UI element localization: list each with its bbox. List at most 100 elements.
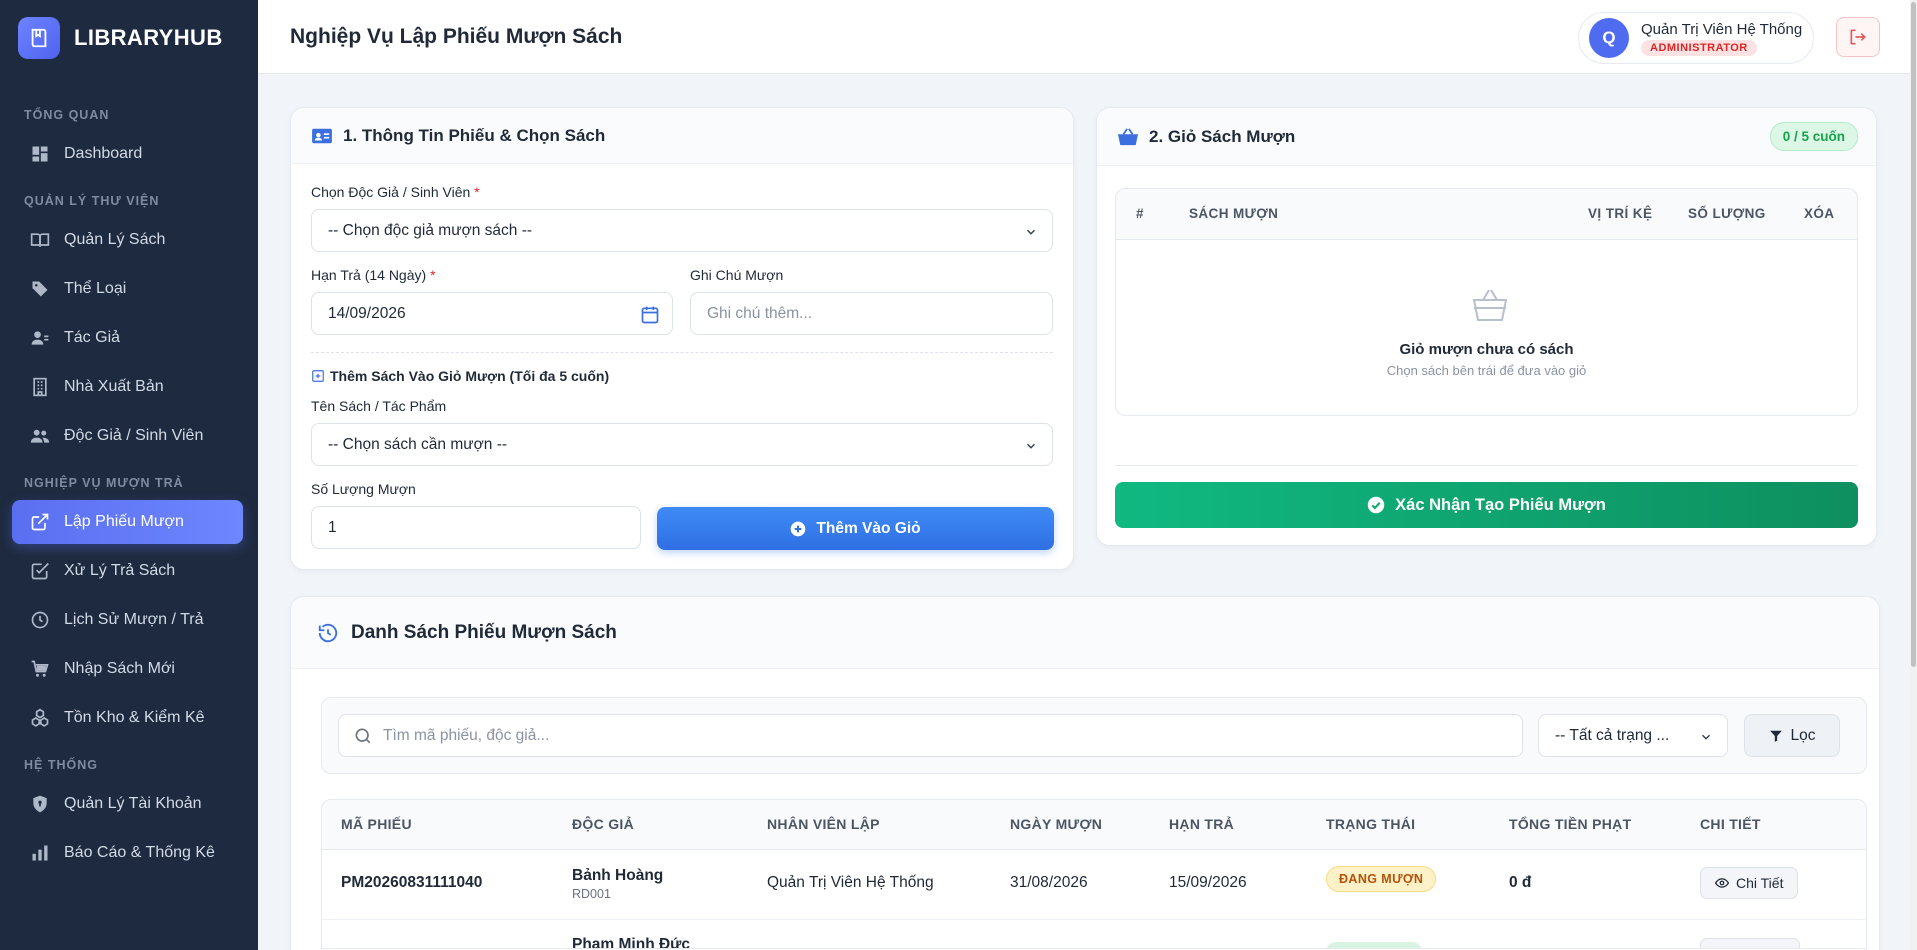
search-input[interactable] [383, 726, 1483, 745]
sidebar-item-label: Độc Giả / Sinh Viên [64, 427, 204, 444]
book-select[interactable]: -- Chọn sách cần mượn -- [311, 423, 1053, 466]
brand[interactable]: LIBRARYHUB [18, 17, 223, 59]
section-overview: TỔNG QUAN [24, 108, 110, 122]
col-status: TRẠNG THÁI [1326, 816, 1416, 832]
col-code: MÃ PHIẾU [341, 816, 412, 832]
page-scrollbar[interactable] [1910, 0, 1917, 950]
chevron-down-icon [1701, 734, 1711, 740]
logout-button[interactable] [1836, 17, 1880, 57]
card-title: Danh Sách Phiếu Mượn Sách [351, 621, 617, 643]
sidebar-item-import[interactable]: Nhập Sách Mới [12, 647, 243, 691]
sidebar-item-label: Báo Cáo & Thống Kê [64, 844, 215, 861]
card-title: 2. Giỏ Sách Mượn [1149, 126, 1296, 146]
loan-table: MÃ PHIẾU ĐỘC GIẢ NHÂN VIÊN LẬP NGÀY MƯỢN… [321, 799, 1867, 949]
scrollbar-thumb[interactable] [1911, 2, 1916, 667]
detail-button[interactable]: Chi Tiết [1700, 867, 1799, 899]
col-reader: ĐỘC GIẢ [572, 816, 634, 832]
sidebar-item-readers[interactable]: Độc Giả / Sinh Viên [12, 414, 243, 458]
col-fine: TỔNG TIỀN PHẠT [1509, 816, 1632, 832]
sidebar-item-dashboard[interactable]: Dashboard [12, 132, 243, 176]
detail-cell [1700, 938, 1800, 948]
sidebar-item-categories[interactable]: Thể Loại [12, 267, 243, 311]
due-label-text: Hạn Trả (14 Ngày) [311, 267, 427, 283]
add-book-section: Thêm Sách Vào Giỏ Mượn (Tối đa 5 cuốn) [311, 368, 609, 384]
note-label: Ghi Chú Mượn [690, 267, 784, 283]
detail-button[interactable] [1700, 938, 1800, 948]
sidebar-item-reports[interactable]: Báo Cáo & Thống Kê [12, 831, 243, 875]
cart-icon [31, 660, 49, 677]
book-label: Tên Sách / Tác Phẩm [311, 398, 447, 414]
reader-name: Phạm Minh Đức [572, 936, 691, 949]
cart-empty-subtitle: Chọn sách bên trái để đưa vào giỏ [1386, 363, 1587, 378]
avatar: Q [1589, 18, 1629, 58]
due-date-input[interactable]: 14/09/2026 [311, 292, 673, 335]
check-square-icon [31, 562, 49, 580]
top-header: Nghiệp Vụ Lập Phiếu Mượn Sách Q Quản Trị… [258, 0, 1917, 74]
search-field[interactable] [338, 714, 1523, 757]
note-input[interactable]: Ghi chú thêm... [690, 292, 1053, 335]
sidebar-item-label: Nhập Sách Mới [64, 660, 175, 677]
table-row: PM20260831111040 Bảnh Hoàng RD001 Quản T… [322, 850, 1866, 920]
check-circle-icon [1367, 496, 1385, 514]
note-placeholder: Ghi chú thêm... [707, 304, 813, 322]
user-menu[interactable]: Q Quản Trị Viên Hệ Thống ADMINISTRATOR [1578, 12, 1814, 64]
user-name: Quản Trị Viên Hệ Thống [1641, 20, 1803, 38]
chevron-down-icon [1026, 443, 1036, 449]
sidebar-item-create-loan[interactable]: Lập Phiếu Mượn [12, 500, 243, 544]
sidebar-item-books[interactable]: Quản Lý Sách [12, 218, 243, 262]
shield-icon [33, 795, 47, 813]
page-title: Nghiệp Vụ Lập Phiếu Mượn Sách [290, 25, 623, 48]
cart-col-shelf: VỊ TRÍ KỆ [1588, 206, 1653, 221]
sidebar-item-label: Quản Lý Sách [64, 231, 166, 248]
card-header: 2. Giỏ Sách Mượn 0 / 5 cuốn [1097, 108, 1876, 166]
table-header: MÃ PHIẾU ĐỘC GIẢ NHÂN VIÊN LẬP NGÀY MƯỢN… [322, 800, 1866, 850]
sidebar-item-authors[interactable]: Tác Giả [12, 316, 243, 360]
divider [311, 352, 1053, 353]
reader-id: RD001 [572, 887, 611, 901]
cart-table-header: # SÁCH MƯỢN VỊ TRÍ KỆ SỐ LƯỢNG XÓA [1115, 188, 1858, 240]
due-date-cell: 15/09/2026 [1169, 874, 1247, 891]
empty-basket-icon [1472, 289, 1508, 321]
cart-empty-title: Giỏ mượn chưa có sách [1399, 341, 1574, 358]
filter-bar: -- Tất cả trạng ... Lọc [321, 697, 1867, 774]
sidebar-item-accounts[interactable]: Quản Lý Tài Khoản [12, 782, 243, 826]
reader-select-value: -- Chọn độc giả mượn sách -- [328, 221, 533, 239]
reader-select[interactable]: -- Chọn độc giả mượn sách -- [311, 209, 1053, 252]
cart-col-index: # [1136, 206, 1144, 221]
filter-button[interactable]: Lọc [1744, 714, 1840, 757]
user-role-badge: ADMINISTRATOR [1641, 39, 1757, 56]
col-detail: CHI TIẾT [1700, 816, 1761, 832]
basket-icon [1118, 127, 1138, 145]
book-icon [30, 233, 50, 247]
reader-label: Chọn Độc Giả / Sinh Viên * [311, 184, 480, 200]
col-staff: NHÂN VIÊN LẬP [767, 816, 880, 832]
quantity-input[interactable]: 1 [311, 506, 641, 549]
loan-code-link[interactable]: PM20260831111040 [341, 874, 482, 892]
col-borrow-date: NGÀY MƯỢN [1010, 816, 1103, 832]
status-cell: ĐANG MƯỢN [1326, 866, 1437, 892]
calendar-icon[interactable] [640, 305, 660, 325]
sidebar-item-publishers[interactable]: Nhà Xuất Bản [12, 365, 243, 409]
reader-name: Bảnh Hoàng [572, 867, 664, 884]
confirm-loan-button[interactable]: Xác Nhận Tạo Phiếu Mượn [1115, 482, 1858, 528]
status-cell [1326, 942, 1422, 948]
boxes-icon [31, 708, 49, 727]
eye-icon [1715, 878, 1729, 888]
reader-cell: Bảnh Hoàng RD001 [572, 867, 663, 901]
add-to-cart-button[interactable]: Thêm Vào Giỏ [657, 507, 1054, 550]
sidebar-item-history[interactable]: Lịch Sử Mượn / Trả [12, 598, 243, 642]
due-date-value: 14/09/2026 [328, 304, 406, 322]
sidebar-item-label: Tồn Kho & Kiểm Kê [64, 709, 205, 726]
sidebar-item-inventory[interactable]: Tồn Kho & Kiểm Kê [12, 696, 243, 740]
card-header: 1. Thông Tin Phiếu & Chọn Sách [291, 108, 1073, 164]
loan-list-card: Danh Sách Phiếu Mượn Sách -- Tất cả trạn… [290, 596, 1880, 950]
fine-cell: 0 đ [1509, 874, 1532, 891]
sidebar-item-label: Dashboard [64, 145, 143, 162]
sidebar-item-returns[interactable]: Xử Lý Trả Sách [12, 549, 243, 593]
users-icon [30, 429, 50, 443]
card-header: Danh Sách Phiếu Mượn Sách [291, 597, 1879, 669]
id-card-icon [312, 128, 332, 143]
col-due-date: HẠN TRẢ [1169, 816, 1235, 832]
status-filter-select[interactable]: -- Tất cả trạng ... [1538, 714, 1728, 757]
filter-icon [1769, 730, 1782, 742]
